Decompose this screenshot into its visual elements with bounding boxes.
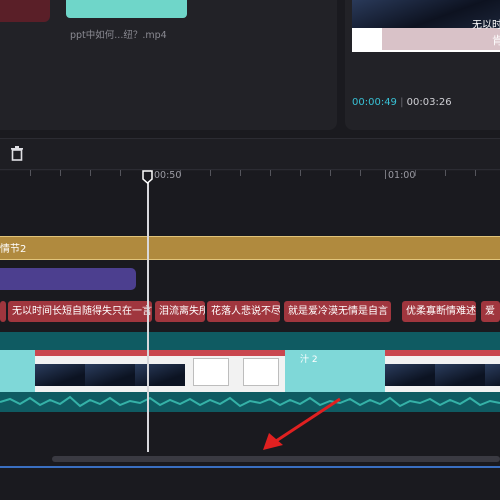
preview-caption-text-2: 肯 [492, 34, 500, 47]
playhead-line[interactable] [147, 176, 149, 456]
video-frame [35, 350, 85, 392]
video-frame [485, 350, 500, 392]
ruler-tick [120, 170, 121, 176]
player-preview[interactable]: 无以时 肯 [352, 0, 500, 52]
media-thumbnail-red[interactable] [0, 0, 50, 22]
preview-caption-band [382, 28, 500, 50]
timeline-ruler[interactable] [0, 169, 500, 186]
video-frame [85, 350, 135, 392]
ruler-tick [475, 170, 476, 176]
timeline-toolbar [0, 138, 500, 171]
text-track-label: 情节2 [0, 244, 27, 255]
media-file-label: ppt中如何...纽？.mp4 [70, 30, 167, 41]
ruler-tick [360, 170, 361, 176]
media-thumbnail-video[interactable] [66, 0, 187, 18]
video-overlay-text: 汁 2 [300, 355, 318, 365]
ruler-tick [385, 170, 386, 179]
subtitle-clip[interactable]: 爱 [481, 301, 500, 322]
ruler-tick [330, 170, 331, 176]
media-panel [0, 0, 337, 130]
subtitle-clip[interactable] [0, 301, 6, 322]
effect-track-clip[interactable] [0, 268, 136, 290]
video-frame [435, 350, 485, 392]
bottom-divider [0, 466, 500, 468]
subtitle-clip[interactable]: 优柔寡断情难述 [402, 301, 476, 322]
ruler-label: 01:00 [388, 170, 416, 181]
current-time: 00:00:49 [352, 97, 397, 108]
total-time: 00:03:26 [406, 97, 452, 108]
ruler-tick [270, 170, 271, 176]
player-timecode: 00:00:49 | 00:03:26 [352, 97, 452, 108]
ruler-tick [210, 170, 211, 176]
ruler-tick [60, 170, 61, 176]
video-frame [235, 350, 285, 392]
subtitle-clip[interactable]: 无以时间长短自随得失只在一言 [8, 301, 152, 322]
ruler-tick [90, 170, 91, 176]
subtitle-clip[interactable]: 就是爱冷漠无情是自言 [284, 301, 391, 322]
ruler-tick [240, 170, 241, 176]
ruler-tick [300, 170, 301, 176]
ruler-tick [445, 170, 446, 176]
ruler-tick [30, 170, 31, 176]
playhead-handle[interactable] [142, 170, 153, 184]
text-track-clip[interactable] [0, 236, 500, 260]
video-frame [385, 350, 435, 392]
subtitle-clip[interactable]: 泪流离失所 [155, 301, 205, 322]
video-frame [135, 350, 185, 392]
time-separator: | [400, 97, 404, 108]
preview-caption-text: 无以时 [472, 20, 500, 31]
audio-waveform [0, 392, 500, 412]
annotation-arrow-icon [263, 397, 341, 450]
ruler-label: 00:50 [154, 170, 182, 181]
subtitle-clip[interactable]: 花落人悲说不尽 [207, 301, 280, 322]
timeline-scrollbar-thumb[interactable] [52, 456, 500, 462]
trash-icon[interactable] [10, 146, 24, 161]
video-frame [185, 350, 235, 392]
